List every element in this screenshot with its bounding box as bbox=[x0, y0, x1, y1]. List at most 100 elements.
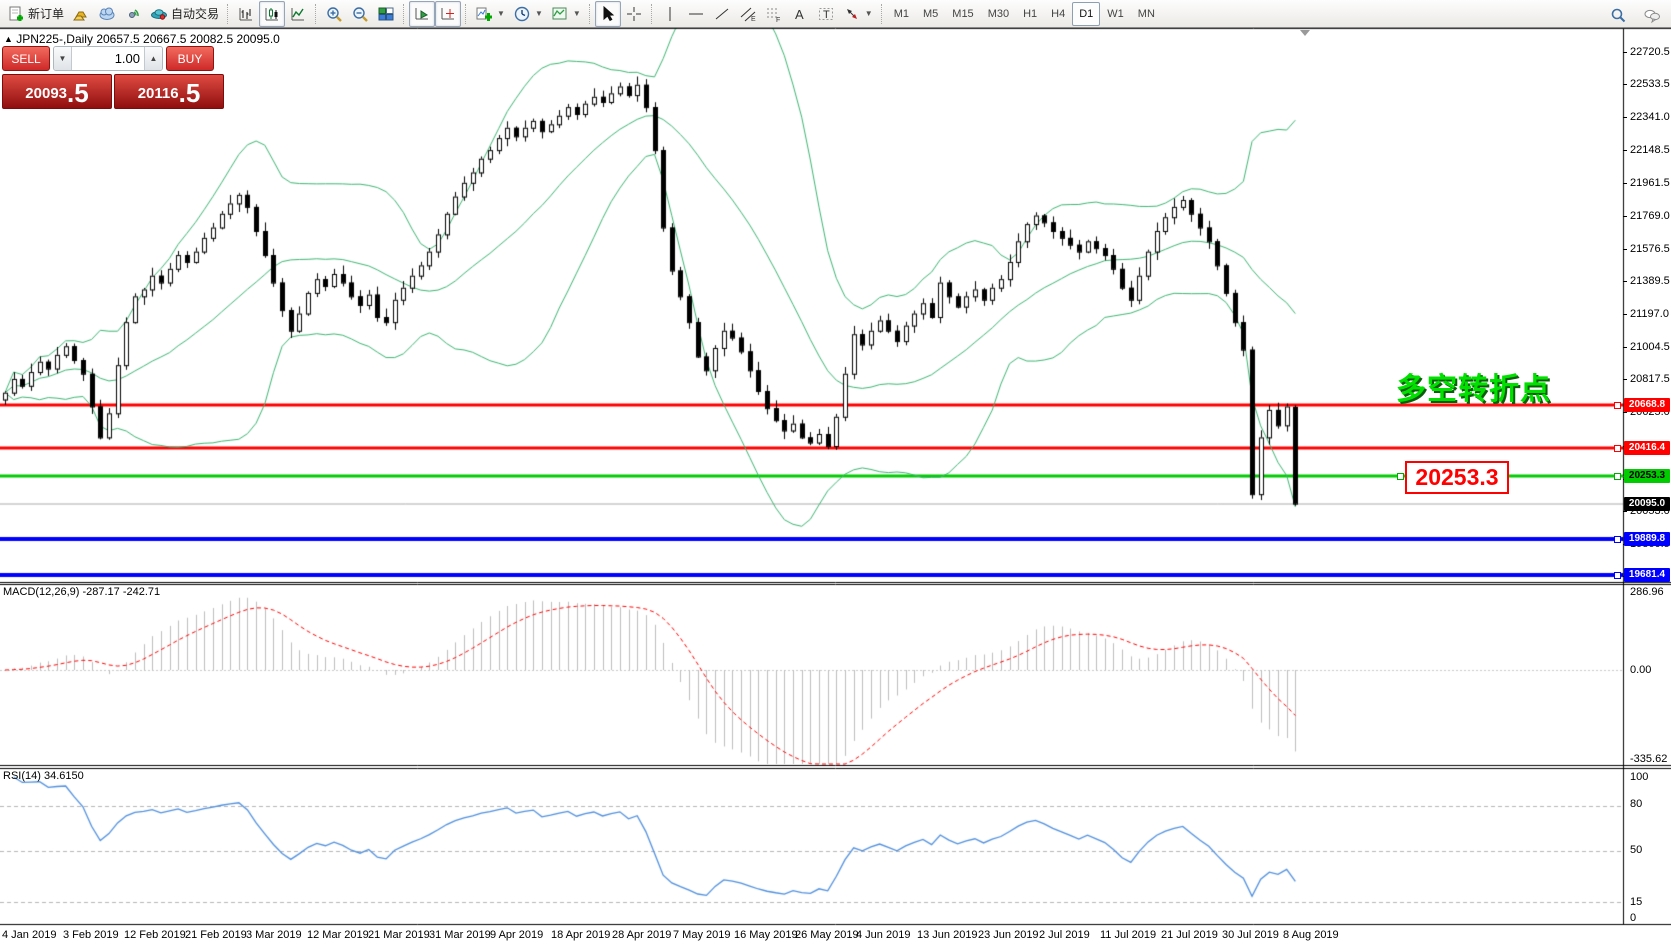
bar-chart-button[interactable] bbox=[233, 1, 259, 27]
price-level-tag[interactable]: 20253.3 bbox=[1624, 469, 1670, 483]
buy-price-panel[interactable]: 20116 .5 bbox=[114, 74, 224, 109]
price-axis-tick bbox=[1623, 511, 1627, 512]
timeframe-m1[interactable]: M1 bbox=[887, 2, 916, 26]
template-button[interactable]: ▼ bbox=[547, 1, 585, 27]
depth-of-market-button[interactable] bbox=[68, 1, 94, 27]
hline-icon bbox=[687, 5, 705, 23]
turning-point-annotation[interactable]: 多空转折点 bbox=[1396, 364, 1551, 408]
price-level-tag[interactable]: 19889.8 bbox=[1624, 532, 1670, 546]
price-axis-tick bbox=[1623, 117, 1627, 118]
line-anchor-handle[interactable] bbox=[1614, 536, 1621, 543]
date-axis-label: 21 Jul 2019 bbox=[1161, 929, 1218, 941]
chevron-down-icon[interactable]: ▼ bbox=[535, 9, 543, 18]
chevron-down-icon[interactable]: ▼ bbox=[497, 9, 505, 18]
price-axis-tick bbox=[1623, 249, 1627, 250]
date-axis-label: 23 Jun 2019 bbox=[978, 929, 1039, 941]
chat-button[interactable] bbox=[1639, 2, 1665, 28]
chart-shift-marker-icon[interactable] bbox=[1300, 30, 1310, 36]
timeframe-w1[interactable]: W1 bbox=[1100, 2, 1131, 26]
price-axis-label: 22533.5 bbox=[1630, 78, 1670, 90]
autoscroll-icon bbox=[413, 5, 431, 23]
cloud-icon bbox=[98, 5, 116, 23]
broadcast-button[interactable] bbox=[120, 1, 146, 27]
cursor-button[interactable] bbox=[595, 1, 621, 27]
arrows-button[interactable]: ▼ bbox=[839, 1, 877, 27]
price-level-tag[interactable]: 20095.0 bbox=[1624, 497, 1670, 511]
shift-icon bbox=[439, 5, 457, 23]
data-window-button[interactable] bbox=[94, 1, 120, 27]
one-click-trade-panel: SELL ▼ ▲ BUY 20093 .5 20116 .5 bbox=[2, 46, 224, 109]
timeframe-m15[interactable]: M15 bbox=[945, 2, 980, 26]
rsi-indicator-label: RSI(14) 34.6150 bbox=[3, 770, 84, 782]
new-order-button[interactable]: 新订单 bbox=[3, 1, 68, 27]
sell-price-main: 20093 bbox=[25, 82, 67, 106]
line-anchor-handle[interactable] bbox=[1614, 473, 1621, 480]
timeframe-h1[interactable]: H1 bbox=[1016, 2, 1044, 26]
channel-button[interactable]: E bbox=[735, 1, 761, 27]
svg-text:T: T bbox=[823, 9, 830, 21]
crosshair-button[interactable] bbox=[621, 1, 647, 27]
timeframe-d1[interactable]: D1 bbox=[1072, 2, 1100, 26]
auto-scroll-button[interactable] bbox=[409, 1, 435, 27]
rsi-axis-label: 50 bbox=[1630, 844, 1642, 856]
tiles-icon bbox=[377, 5, 395, 23]
search-button[interactable] bbox=[1605, 2, 1631, 28]
timeframe-m5[interactable]: M5 bbox=[916, 2, 945, 26]
vline-button[interactable] bbox=[657, 1, 683, 27]
sell-button[interactable]: SELL bbox=[2, 46, 50, 71]
line-anchor-handle[interactable] bbox=[1614, 572, 1621, 579]
line-anchor-handle[interactable] bbox=[1614, 402, 1621, 409]
date-axis-label: 18 Apr 2019 bbox=[551, 929, 610, 941]
algo-trading-button-label: 自动交易 bbox=[171, 5, 219, 22]
rsi-axis-label: 0 bbox=[1630, 912, 1636, 924]
algo-trading-button[interactable]: 自动交易 bbox=[146, 1, 223, 27]
bars-icon bbox=[237, 5, 255, 23]
chart-shift-button[interactable] bbox=[435, 1, 461, 27]
price-level-tag[interactable]: 20416.4 bbox=[1624, 441, 1670, 455]
line-icon bbox=[289, 5, 307, 23]
sell-price-panel[interactable]: 20093 .5 bbox=[2, 74, 112, 109]
line-anchor-handle[interactable] bbox=[1614, 445, 1621, 452]
trendline-button[interactable] bbox=[709, 1, 735, 27]
date-axis-label: 4 Jan 2019 bbox=[2, 929, 56, 941]
date-axis-label: 28 Apr 2019 bbox=[612, 929, 671, 941]
price-axis-label: 20817.5 bbox=[1630, 373, 1670, 385]
volume-increase-button[interactable]: ▲ bbox=[144, 47, 162, 70]
fibo-icon: F bbox=[765, 5, 783, 23]
rsi-axis-label: 100 bbox=[1630, 771, 1648, 783]
price-axis-tick bbox=[1623, 379, 1627, 380]
crosshair-icon bbox=[625, 5, 643, 23]
date-axis-label: 9 Apr 2019 bbox=[490, 929, 543, 941]
price-level-tag[interactable]: 20668.8 bbox=[1624, 398, 1670, 412]
new-order-button-label: 新订单 bbox=[28, 5, 64, 22]
price-axis-label: 21576.5 bbox=[1630, 243, 1670, 255]
price-level-tag[interactable]: 19681.4 bbox=[1624, 568, 1670, 582]
zoom-out-button[interactable] bbox=[347, 1, 373, 27]
text-a-icon: A bbox=[791, 5, 809, 23]
indicators-button[interactable]: ▼ bbox=[471, 1, 509, 27]
chevron-down-icon[interactable]: ▼ bbox=[573, 9, 581, 18]
hline-button[interactable] bbox=[683, 1, 709, 27]
fibonacci-button[interactable]: F bbox=[761, 1, 787, 27]
timeframe-h4[interactable]: H4 bbox=[1044, 2, 1072, 26]
candle-chart-button[interactable] bbox=[259, 1, 285, 27]
label-button[interactable]: T bbox=[813, 1, 839, 27]
line-anchor-handle[interactable] bbox=[1397, 473, 1404, 480]
buy-button[interactable]: BUY bbox=[166, 46, 214, 71]
period-button[interactable]: ▼ bbox=[509, 1, 547, 27]
zoom-in-button[interactable] bbox=[321, 1, 347, 27]
timeframe-mn[interactable]: MN bbox=[1131, 2, 1162, 26]
zoom-in-icon bbox=[325, 5, 343, 23]
line-chart-button[interactable] bbox=[285, 1, 311, 27]
text-button[interactable]: A bbox=[787, 1, 813, 27]
channel-icon: E bbox=[739, 5, 757, 23]
date-axis-label: 3 Mar 2019 bbox=[246, 929, 302, 941]
volume-decrease-button[interactable]: ▼ bbox=[54, 47, 72, 70]
collapse-panel-icon[interactable]: ▲ bbox=[4, 34, 13, 44]
vline-icon bbox=[661, 5, 679, 23]
chevron-down-icon[interactable]: ▼ bbox=[865, 9, 873, 18]
timeframe-m30[interactable]: M30 bbox=[981, 2, 1016, 26]
tile-windows-button[interactable] bbox=[373, 1, 399, 27]
volume-input[interactable] bbox=[72, 47, 144, 70]
price-box-annotation[interactable]: 20253.3 bbox=[1405, 461, 1509, 494]
